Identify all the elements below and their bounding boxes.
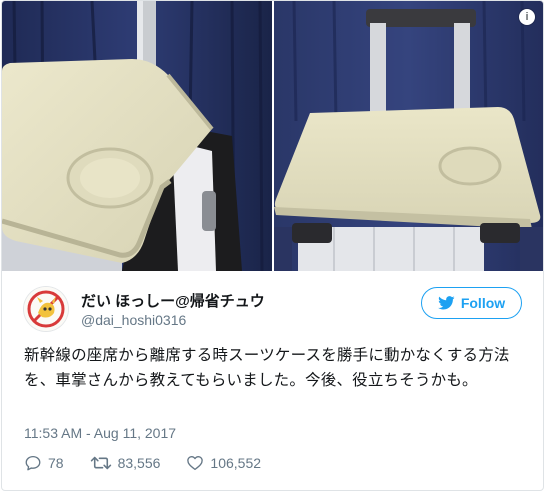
follow-button[interactable]: Follow: [421, 287, 522, 319]
tweet-media[interactable]: i: [2, 1, 543, 271]
tweet-card: i だい ほっしー@帰省チュウ @dai_hoshi0316 Follow 新幹…: [1, 0, 544, 491]
author-name[interactable]: だい ほっしー@帰省チュウ: [81, 290, 265, 311]
avatar[interactable]: [24, 287, 68, 331]
reply-icon: [24, 454, 42, 472]
retweet-count: 83,556: [117, 455, 161, 471]
info-icon[interactable]: i: [519, 9, 535, 25]
tweet-text: 新幹線の座席から離席する時スーツケースを勝手に動かなくする方法を、車掌さんから教…: [24, 347, 510, 389]
retweet-icon: [90, 454, 112, 472]
heart-icon: [186, 454, 204, 472]
reply-count: 78: [48, 455, 64, 471]
twitter-bird-icon: [437, 296, 455, 310]
tweet-timestamp[interactable]: 11:53 AM - Aug 11, 2017: [24, 425, 176, 441]
tweet-actions: 78 83,556 106,552: [24, 453, 287, 473]
like-button[interactable]: 106,552: [186, 454, 261, 472]
retweet-button[interactable]: 83,556: [90, 454, 161, 472]
photo-tray-angled[interactable]: [2, 1, 272, 271]
photo-tray-on-suitcase[interactable]: i: [274, 1, 543, 271]
reply-button[interactable]: 78: [24, 454, 64, 472]
follow-label: Follow: [460, 295, 506, 311]
like-count: 106,552: [210, 455, 262, 471]
author-handle[interactable]: @dai_hoshi0316: [81, 312, 186, 328]
